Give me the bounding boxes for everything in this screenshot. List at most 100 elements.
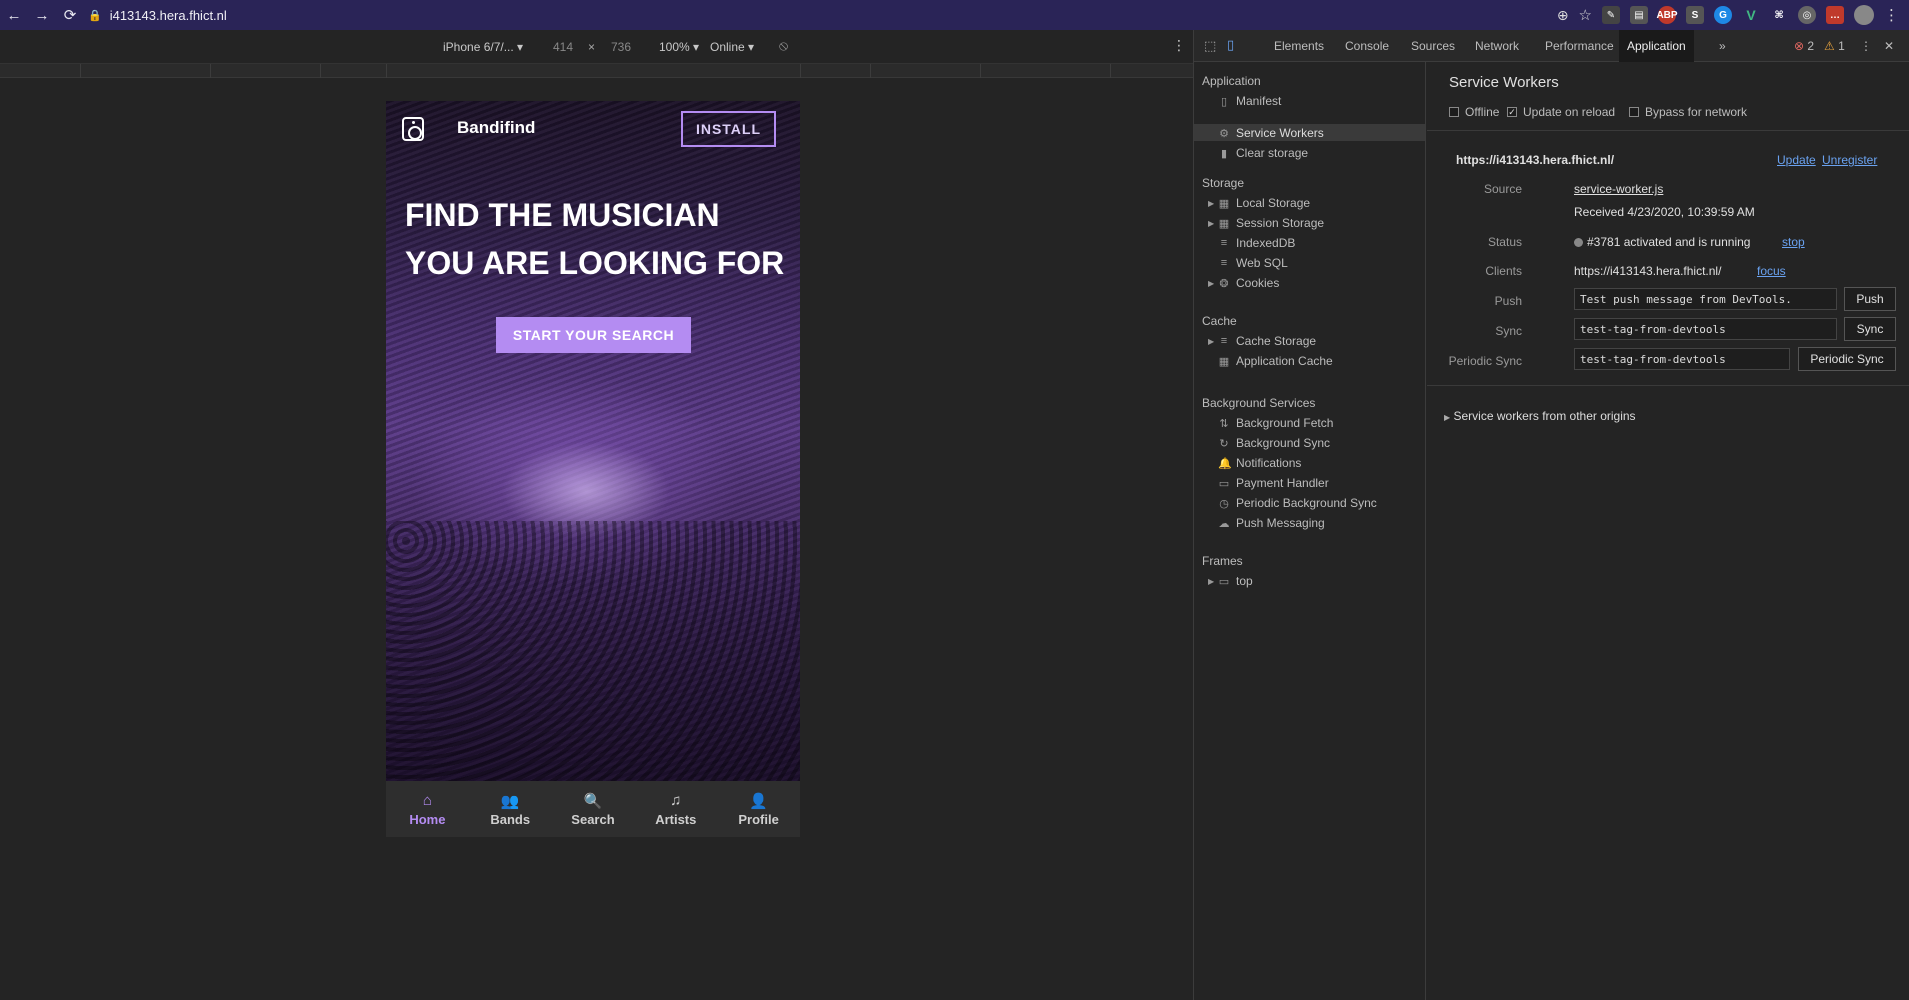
device-select[interactable]: iPhone 6/7/... ▾: [443, 40, 523, 54]
tab-sources[interactable]: Sources: [1411, 39, 1455, 53]
device-height[interactable]: 736: [611, 40, 631, 54]
speaker-logo-icon: [402, 117, 424, 141]
sidebar-item-web-sql[interactable]: ≡ Web SQL: [1218, 256, 1288, 270]
devtools-tabbar: ⬚ ▯ Elements Console Sources Network Per…: [1194, 30, 1909, 62]
clients-label: Clients: [1485, 264, 1522, 278]
source-link[interactable]: service-worker.js: [1574, 182, 1663, 196]
group-icon: 👥: [500, 792, 520, 810]
bookmark-star-icon[interactable]: ☆: [1579, 6, 1592, 24]
bell-icon: 🔔: [1218, 457, 1232, 470]
bypass-for-network-checkbox[interactable]: Bypass for network: [1629, 105, 1747, 119]
gear-icon: ⚙: [1219, 127, 1229, 140]
warning-count[interactable]: ⚠ 1: [1824, 39, 1845, 53]
periodic-sync-button[interactable]: Periodic Sync: [1798, 347, 1896, 371]
back-icon[interactable]: ←: [0, 0, 28, 30]
browser-toolbar: ← → ⟳ 🔒 i413143.hera.fhict.nl ⊕ ☆ ✎ ▤ AB…: [0, 0, 1909, 30]
inspect-element-icon[interactable]: ⬚: [1204, 38, 1216, 54]
address-bar[interactable]: 🔒 i413143.hera.fhict.nl: [88, 0, 1448, 30]
network-throttle-select[interactable]: Online ▾: [710, 40, 754, 54]
status-dot-icon: [1574, 238, 1583, 247]
nav-search[interactable]: 🔍 Search: [552, 781, 635, 837]
sidebar-item-clear-storage[interactable]: ▮ Clear storage: [1218, 146, 1308, 160]
sidebar-item-manifest[interactable]: ▯ Manifest: [1218, 94, 1281, 108]
nav-artists[interactable]: ♫ Artists: [634, 781, 717, 837]
sidebar-item-background-fetch[interactable]: ⇅ Background Fetch: [1218, 416, 1333, 430]
cookie-icon: ❂: [1219, 277, 1229, 290]
tab-performance[interactable]: Performance: [1545, 39, 1614, 53]
extension-icon[interactable]: ⌘: [1770, 6, 1788, 24]
sidebar-item-session-storage[interactable]: ▶ ▦ Session Storage: [1208, 216, 1324, 230]
avatar[interactable]: [1854, 5, 1874, 25]
extension-icon[interactable]: …: [1826, 6, 1844, 24]
tab-elements[interactable]: Elements: [1274, 39, 1324, 53]
nav-bands[interactable]: 👥 Bands: [469, 781, 552, 837]
nav-profile[interactable]: 👤 Profile: [717, 781, 800, 837]
device-width[interactable]: 414: [553, 40, 573, 54]
expand-arrow-icon: ▶: [1208, 576, 1215, 586]
rotate-icon[interactable]: ⦸: [779, 37, 788, 54]
more-tabs-icon[interactable]: »: [1719, 39, 1726, 53]
sidebar-item-periodic-background-sync[interactable]: ◷ Periodic Background Sync: [1218, 496, 1377, 510]
push-input[interactable]: Test push message from DevTools.: [1574, 288, 1837, 310]
trash-icon: ▮: [1220, 147, 1228, 160]
vue-devtools-icon[interactable]: V: [1742, 6, 1760, 24]
periodic-sync-input[interactable]: test-tag-from-devtools: [1574, 348, 1790, 370]
nav-home[interactable]: ⌂ Home: [386, 781, 469, 837]
application-sidebar: Application ▯ Manifest ⚙ Service Workers ▮…: [1194, 62, 1426, 1000]
sidebar-item-payment-handler[interactable]: ▭ Payment Handler: [1218, 476, 1329, 490]
start-search-button[interactable]: START YOUR SEARCH: [496, 317, 691, 353]
extension-icon[interactable]: ▤: [1630, 6, 1648, 24]
menu-icon[interactable]: ⋮: [1884, 6, 1899, 24]
error-count[interactable]: ⊗ 2: [1794, 39, 1814, 53]
checkbox-checked-icon: ✓: [1507, 106, 1517, 117]
sidebar-item-indexeddb[interactable]: ≡ IndexedDB: [1218, 236, 1296, 250]
adblock-icon[interactable]: ABP: [1656, 6, 1678, 24]
extensions-area: ⊕ ☆ ✎ ▤ ABP S G V ⌘ ◎ … ⋮: [1557, 5, 1899, 25]
push-button[interactable]: Push: [1844, 287, 1896, 311]
tab-network[interactable]: Network: [1475, 39, 1519, 53]
sidebar-header-background-services: Background Services: [1202, 396, 1316, 410]
sync-input[interactable]: test-tag-from-devtools: [1574, 318, 1837, 340]
focus-link[interactable]: focus: [1757, 264, 1786, 278]
tab-console[interactable]: Console: [1345, 39, 1389, 53]
sidebar-item-application-cache[interactable]: ▦ Application Cache: [1218, 354, 1333, 368]
concert-crowd-image: [386, 521, 800, 781]
extension-icon[interactable]: ✎: [1602, 6, 1620, 24]
sidebar-item-cache-storage[interactable]: ▶ ≡ Cache Storage: [1208, 334, 1316, 348]
sidebar-item-notifications[interactable]: 🔔 Notifications: [1218, 456, 1301, 470]
divider: [1427, 385, 1909, 386]
sidebar-item-top-frame[interactable]: ▶ ▭ top: [1208, 574, 1253, 588]
sync-label: Sync: [1495, 324, 1522, 338]
sidebar-item-background-sync[interactable]: ↻ Background Sync: [1218, 436, 1330, 450]
reload-icon[interactable]: ⟳: [56, 0, 84, 30]
offline-checkbox[interactable]: Offline: [1449, 105, 1499, 119]
headline-line-1: FIND THE MUSICIAN: [405, 197, 720, 233]
other-origins-toggle[interactable]: ▶ Service workers from other origins: [1444, 409, 1636, 423]
periodic-sync-label: Periodic Sync: [1448, 354, 1522, 368]
extension-icon[interactable]: S: [1686, 6, 1704, 24]
forward-icon[interactable]: →: [28, 0, 56, 30]
sidebar-item-service-workers[interactable]: ⚙ Service Workers: [1218, 126, 1324, 140]
tab-application[interactable]: Application: [1619, 30, 1694, 62]
sync-button[interactable]: Sync: [1844, 317, 1896, 341]
close-icon[interactable]: ✕: [1884, 39, 1894, 53]
unregister-link[interactable]: Unregister: [1822, 153, 1877, 167]
update-on-reload-checkbox[interactable]: ✓ Update on reload: [1507, 105, 1615, 119]
stop-link[interactable]: stop: [1782, 235, 1805, 249]
arrows-updown-icon: ⇅: [1219, 417, 1229, 430]
update-link[interactable]: Update: [1777, 153, 1816, 167]
install-button[interactable]: INSTALL: [681, 111, 776, 147]
sidebar-header-application: Application: [1202, 74, 1261, 88]
device-toggle-icon[interactable]: ▯: [1227, 37, 1234, 53]
extension-icon[interactable]: G: [1714, 6, 1732, 24]
more-options-icon[interactable]: ⋮: [1172, 37, 1186, 54]
devtools-menu-icon[interactable]: ⋮: [1860, 39, 1872, 53]
lock-icon: 🔒: [88, 9, 102, 22]
sidebar-item-local-storage[interactable]: ▶ ▦ Local Storage: [1208, 196, 1310, 210]
sidebar-item-cookies[interactable]: ▶ ❂ Cookies: [1208, 276, 1279, 290]
zoom-icon[interactable]: ⊕: [1557, 7, 1569, 24]
zoom-select[interactable]: 100% ▾: [659, 40, 699, 54]
hero-headline: FIND THE MUSICIAN YOU ARE LOOKING FOR: [405, 191, 785, 287]
extension-icon[interactable]: ◎: [1798, 6, 1816, 24]
sidebar-item-push-messaging[interactable]: ☁ Push Messaging: [1218, 516, 1325, 530]
